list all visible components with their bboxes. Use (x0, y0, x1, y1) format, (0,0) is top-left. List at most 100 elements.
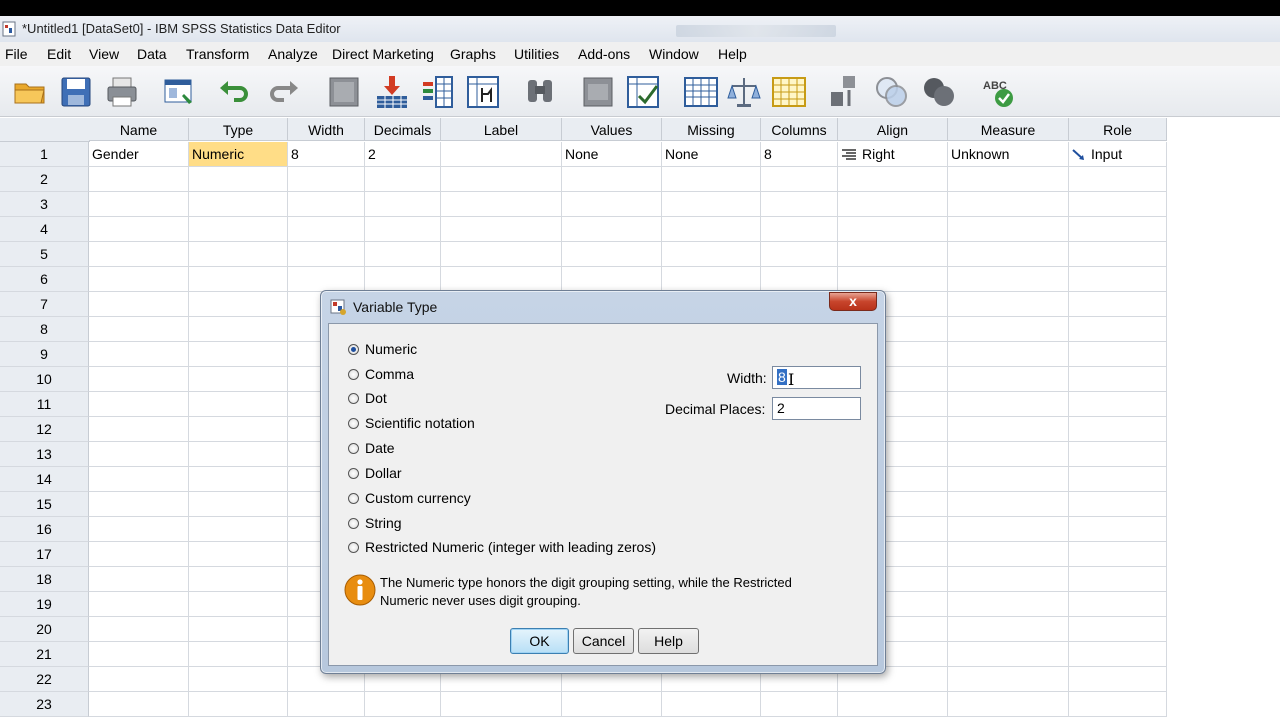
cell-name[interactable]: Gender (89, 142, 189, 167)
grid-cell[interactable] (1069, 242, 1167, 267)
grid-cell[interactable] (89, 342, 189, 367)
goto-case-icon[interactable] (326, 74, 362, 110)
row-header[interactable]: 10 (0, 367, 89, 392)
select-cases-icon[interactable] (771, 74, 807, 110)
grid-cell[interactable] (948, 642, 1069, 667)
grid-cell[interactable] (948, 217, 1069, 242)
insert-variable-icon[interactable] (625, 74, 661, 110)
menu-window[interactable]: Window (649, 46, 699, 62)
grid-cell[interactable] (89, 692, 189, 717)
grid-cell[interactable] (441, 267, 562, 292)
split-file-icon[interactable] (683, 74, 719, 110)
help-button[interactable]: Help (638, 628, 699, 654)
menu-add-ons[interactable]: Add-ons (578, 46, 630, 62)
row-header[interactable]: 23 (0, 692, 89, 717)
grid-cell[interactable] (662, 692, 761, 717)
grid-cell[interactable] (1069, 217, 1167, 242)
row-header[interactable]: 4 (0, 217, 89, 242)
grid-cell[interactable] (948, 542, 1069, 567)
row-header[interactable]: 12 (0, 417, 89, 442)
grid-cell[interactable] (89, 517, 189, 542)
menu-direct-marketing[interactable]: Direct Marketing (332, 46, 434, 62)
grid-cell[interactable] (948, 342, 1069, 367)
grid-cell[interactable] (189, 492, 288, 517)
grid-cell[interactable] (189, 292, 288, 317)
grid-cell[interactable] (1069, 517, 1167, 542)
grid-cell[interactable] (948, 517, 1069, 542)
row-header[interactable]: 7 (0, 292, 89, 317)
radio-date[interactable]: Date (348, 439, 395, 457)
grid-cell[interactable] (89, 242, 189, 267)
grid-cell[interactable] (441, 692, 562, 717)
find-icon[interactable] (522, 74, 558, 110)
radio-button[interactable] (348, 541, 359, 553)
column-header-columns[interactable]: Columns (761, 118, 838, 141)
grid-cell[interactable] (1069, 267, 1167, 292)
grid-cell[interactable] (1069, 592, 1167, 617)
grid-cell[interactable] (288, 692, 365, 717)
grid-cell[interactable] (189, 567, 288, 592)
grid-cell[interactable] (89, 667, 189, 692)
grid-cell[interactable] (89, 492, 189, 517)
grid-cell[interactable] (948, 242, 1069, 267)
grid-cell[interactable] (948, 492, 1069, 517)
grid-cell[interactable] (948, 267, 1069, 292)
grid-cell[interactable] (1069, 167, 1167, 192)
grid-cell[interactable] (365, 692, 441, 717)
grid-cell[interactable] (189, 667, 288, 692)
row-header[interactable]: 17 (0, 542, 89, 567)
column-header-missing[interactable]: Missing (662, 118, 761, 141)
grid-cell[interactable] (89, 592, 189, 617)
row-header[interactable]: 16 (0, 517, 89, 542)
radio-custom-currency[interactable]: Custom currency (348, 489, 471, 507)
column-header-measure[interactable]: Measure (948, 118, 1069, 141)
grid-cell[interactable] (562, 217, 662, 242)
grid-cell[interactable] (1069, 292, 1167, 317)
row-header[interactable]: 11 (0, 392, 89, 417)
grid-cell[interactable] (288, 217, 365, 242)
column-header-name[interactable]: Name (89, 118, 189, 141)
grid-cell[interactable] (89, 617, 189, 642)
radio-dot[interactable]: Dot (348, 389, 387, 407)
cell-missing[interactable]: None (662, 142, 761, 167)
menu-analyze[interactable]: Analyze (268, 46, 318, 62)
grid-cell[interactable] (189, 442, 288, 467)
grid-cell[interactable] (189, 392, 288, 417)
grid-cell[interactable] (89, 192, 189, 217)
menu-edit[interactable]: Edit (47, 46, 71, 62)
grid-cell[interactable] (948, 692, 1069, 717)
grid-cell[interactable] (189, 417, 288, 442)
grid-cell[interactable] (189, 192, 288, 217)
radio-button[interactable] (348, 343, 359, 355)
grid-cell[interactable] (761, 217, 838, 242)
grid-cell[interactable] (189, 267, 288, 292)
grid-cell[interactable] (89, 567, 189, 592)
open-folder-icon[interactable] (12, 74, 48, 110)
grid-cell[interactable] (1069, 617, 1167, 642)
grid-cell[interactable] (1069, 342, 1167, 367)
grid-cell[interactable] (1069, 417, 1167, 442)
grid-cell[interactable] (89, 542, 189, 567)
row-header[interactable]: 3 (0, 192, 89, 217)
menu-help[interactable]: Help (718, 46, 747, 62)
grid-cell[interactable] (189, 617, 288, 642)
row-header[interactable]: 1 (0, 142, 89, 167)
grid-cell[interactable] (761, 242, 838, 267)
grid-cell[interactable] (948, 442, 1069, 467)
column-header-values[interactable]: Values (562, 118, 662, 141)
column-header-type[interactable]: Type (189, 118, 288, 141)
row-header[interactable]: 22 (0, 667, 89, 692)
dialog-close-button[interactable]: x (829, 292, 877, 311)
spell-check-icon[interactable]: ABC (980, 74, 1016, 110)
grid-cell[interactable] (189, 517, 288, 542)
grid-cell[interactable] (365, 217, 441, 242)
grid-cell[interactable] (365, 267, 441, 292)
show-all-variables-icon[interactable] (921, 74, 957, 110)
grid-cell[interactable] (1069, 317, 1167, 342)
cell-columns[interactable]: 8 (761, 142, 838, 167)
grid-cell[interactable] (365, 167, 441, 192)
grid-cell[interactable] (1069, 367, 1167, 392)
grid-cell[interactable] (89, 367, 189, 392)
grid-cell[interactable] (838, 217, 948, 242)
grid-cell[interactable] (441, 242, 562, 267)
